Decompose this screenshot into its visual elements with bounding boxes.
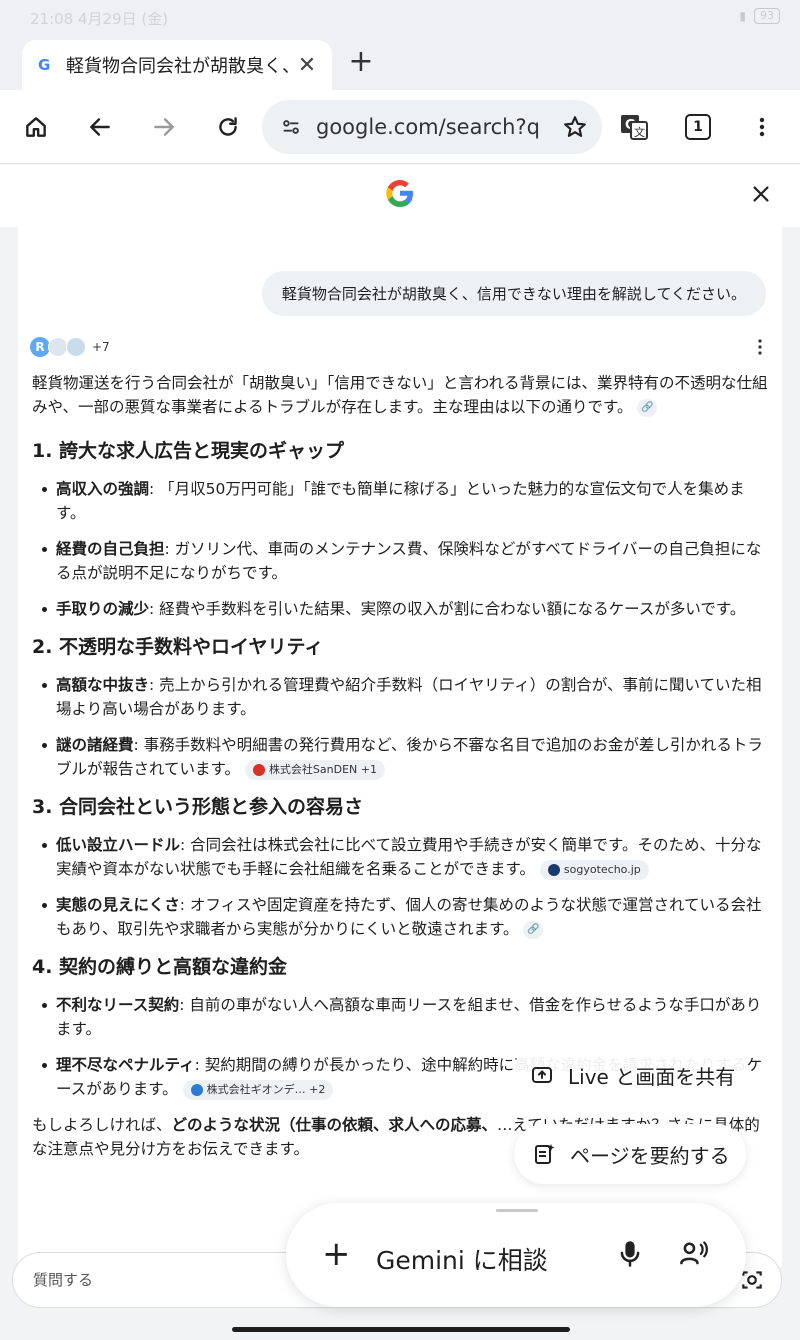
list-item: 低い設立ハードル: 合同会社は株式会社に比べて設立費用や手続きが安く簡単です。そ… <box>32 833 770 881</box>
forward-button[interactable] <box>142 105 186 149</box>
back-button[interactable] <box>78 105 122 149</box>
bullet-list: 高額な中抜き: 売上から引かれる管理費や紹介手数料（ロイヤリティ）の割合が、事前… <box>32 673 770 781</box>
source-favicon-icon <box>547 863 560 876</box>
new-tab-button[interactable]: + <box>344 42 378 82</box>
gemini-prompt-bar[interactable]: + Gemini に相談 <box>286 1203 746 1307</box>
source-chip[interactable]: sogyotecho.jp <box>539 859 649 880</box>
response-menu-button[interactable] <box>756 339 764 355</box>
list-item: 謎の諸経費: 事務手数料や明細書の発行費用など、後から不審な名目で追加のお金が差… <box>32 733 770 781</box>
sources-stack[interactable]: R +7 <box>30 337 110 357</box>
svg-text:文: 文 <box>634 125 645 139</box>
status-time: 21:08 4月29日 (金) <box>30 10 169 28</box>
intro-paragraph: 軽貨物運送を行う合同会社が「胡散臭い」「信用できない」と言われる背景には、業界特… <box>32 374 768 417</box>
system-navigation-handle[interactable] <box>232 1327 570 1332</box>
arrow-right-icon <box>154 118 174 136</box>
list-item: 高収入の強調: 「月収50万円可能」「誰でも簡単に稼げる」といった魅力的な宣伝文… <box>32 477 770 525</box>
gemini-live-icon[interactable] <box>678 1239 710 1269</box>
translate-icon: G文 <box>621 115 648 140</box>
source-favicon-icon <box>190 1083 203 1096</box>
source-chip[interactable]: 株式会社SanDEN +1 <box>244 759 385 780</box>
tab-close-button[interactable]: ✕ <box>294 53 320 78</box>
list-item: 高額な中抜き: 売上から引かれる管理費や紹介手数料（ロイヤリティ）の割合が、事前… <box>32 673 770 721</box>
tab-switcher-button[interactable]: 1 <box>676 105 720 149</box>
source-chip[interactable]: 株式会社ギオンデ… +2 <box>182 1079 334 1100</box>
section-heading: 3. 合同会社という形態と参入の容易さ <box>32 796 364 818</box>
home-button[interactable] <box>14 105 58 149</box>
section-heading: 4. 契約の縛りと高額な違約金 <box>32 956 288 978</box>
source-avatar-icon <box>66 337 86 357</box>
battery-indicator: 93 <box>754 8 780 24</box>
bookmark-star-icon[interactable] <box>562 114 588 140</box>
source-avatar-icon: R <box>30 337 50 357</box>
summarize-page-label: ページを要約する <box>570 1143 730 1168</box>
share-screen-live-button[interactable]: Live と画面を共有 <box>512 1046 748 1104</box>
google-favicon-icon: G <box>38 56 51 74</box>
browser-tab[interactable]: G 軽貨物合同会社が胡散臭く、 ✕ <box>22 40 332 90</box>
section-heading: 2. 不透明な手数料やロイヤリティ <box>32 636 324 658</box>
link-icon[interactable]: 🔗 <box>637 398 658 417</box>
site-settings-icon <box>283 120 299 134</box>
browser-toolbar: google.com/search?q G文 1 <box>0 90 800 164</box>
share-screen-live-label: Live と画面を共有 <box>568 1064 736 1089</box>
screen-share-icon <box>532 1067 552 1083</box>
menu-button[interactable] <box>740 105 784 149</box>
drag-handle[interactable] <box>496 1209 538 1212</box>
home-icon <box>26 117 46 137</box>
link-icon[interactable]: 🔗 <box>523 920 544 939</box>
source-favicon-icon <box>252 763 265 776</box>
summarize-page-button[interactable]: ページを要約する <box>514 1124 746 1184</box>
translate-button[interactable]: G文 <box>612 105 656 149</box>
status-icons: ▮ 93 <box>739 8 780 24</box>
summarize-icon <box>535 1144 555 1164</box>
google-header <box>0 165 800 227</box>
bullet-list: 低い設立ハードル: 合同会社は株式会社に比べて設立費用や手続きが安く簡単です。そ… <box>32 833 770 941</box>
reload-button[interactable] <box>206 105 250 149</box>
user-query-bubble: 軽貨物合同会社が胡散臭く、信用できない理由を解説してください。 <box>261 271 766 316</box>
list-item: 手取りの減少: 経費や手数料を引いた結果、実際の収入が割に合わない額になるケース… <box>32 597 770 621</box>
question-input-placeholder: 質問する <box>33 1271 94 1289</box>
add-attachment-button[interactable]: + <box>322 1237 351 1271</box>
wifi-icon: ▮ <box>739 9 746 23</box>
bullet-list: 高収入の強調: 「月収50万円可能」「誰でも簡単に稼げる」といった魅力的な宣伝文… <box>32 477 770 621</box>
url-text: google.com/search?q <box>316 115 540 139</box>
tab-count: 1 <box>685 114 711 140</box>
close-ai-mode-button[interactable] <box>744 177 778 211</box>
arrow-left-icon <box>90 118 110 136</box>
reload-icon <box>219 117 237 136</box>
close-icon <box>753 186 769 202</box>
sources-more-count: +7 <box>92 340 110 354</box>
tab-title: 軽貨物合同会社が胡散臭く、 <box>66 56 294 77</box>
gemini-prompt-label: Gemini に相談 <box>376 1246 548 1275</box>
tab-strip: G 軽貨物合同会社が胡散臭く、 ✕ + <box>0 36 800 90</box>
section-heading: 1. 誇大な求人広告と現実のギャップ <box>32 440 345 462</box>
more-vert-icon <box>759 117 765 137</box>
list-item: 実態の見えにくさ: オフィスや固定資産を持たず、個人の寄せ集めのような状態で運営… <box>32 893 770 941</box>
address-bar[interactable]: google.com/search?q <box>262 100 602 154</box>
status-bar: 21:08 4月29日 (金) ▮ 93 <box>0 0 800 36</box>
google-logo-icon <box>386 180 413 207</box>
more-vert-icon <box>758 339 762 355</box>
list-item: 不利なリース契約: 自前の車がない人へ高額な車両リースを組ませ、借金を作らせるよ… <box>32 993 770 1041</box>
source-avatar-icon <box>48 337 68 357</box>
ai-response-panel: 軽貨物合同会社が胡散臭く、信用できない理由を解説してください。 R +7 軽貨物… <box>18 227 782 1267</box>
list-item: 経費の自己負担: ガソリン代、車両のメンテナンス費、保険料などがすべてドライバー… <box>32 537 770 585</box>
microphone-icon[interactable] <box>616 1239 644 1269</box>
